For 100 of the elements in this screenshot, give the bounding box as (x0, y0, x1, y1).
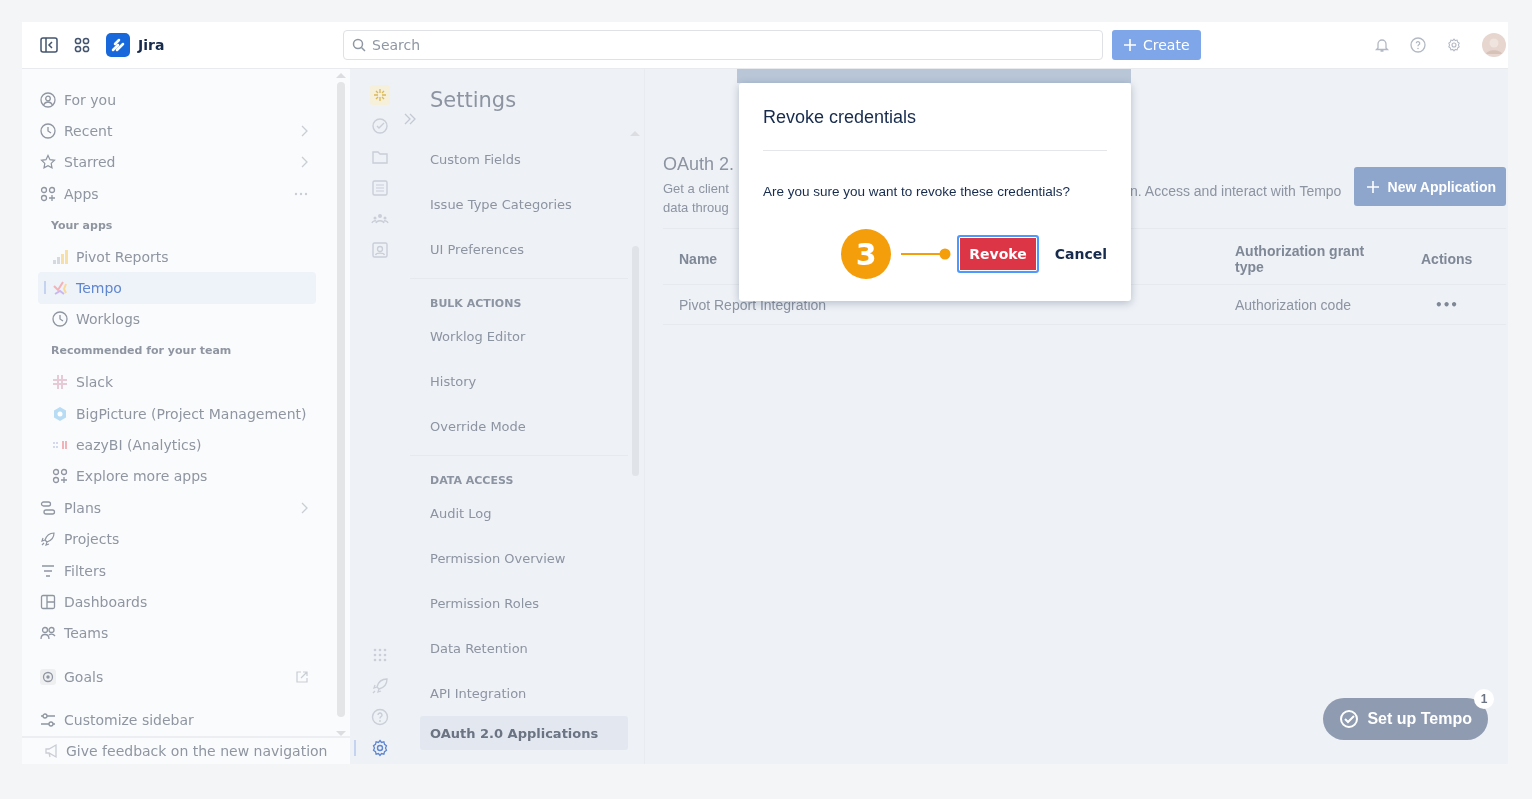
megaphone-icon (44, 742, 60, 759)
dialog-title: Revoke credentials (763, 83, 1107, 151)
strokes-icon (52, 280, 68, 297)
table-cell-text: Authorization code (1235, 296, 1352, 313)
count-badge: 1 (1474, 689, 1494, 709)
external-link-icon[interactable] (296, 670, 308, 683)
hexagon-icon (52, 405, 68, 422)
dialog-message: Are you sure you want to revoke these credentials? (763, 184, 1071, 199)
settings-menu-item[interactable]: History (410, 359, 628, 404)
app-switcher-icon[interactable] (74, 37, 90, 53)
sidebar-item[interactable]: Slack (38, 366, 316, 398)
settings-menu-item[interactable]: UI Preferences (410, 227, 628, 272)
target-icon (40, 668, 56, 685)
bar-chart-icon (52, 248, 68, 265)
description-text: Get a client (663, 180, 730, 198)
clock-icon (40, 123, 56, 140)
chevron-right-icon[interactable] (300, 125, 308, 138)
people-icon (40, 625, 56, 642)
list-icon[interactable] (370, 178, 390, 198)
rocket-icon[interactable] (370, 676, 390, 696)
revoke-button[interactable]: Revoke (957, 235, 1039, 273)
stack-icon (40, 499, 56, 516)
clock-icon (52, 311, 68, 328)
sparkle-icon[interactable] (370, 85, 390, 105)
description-text: data throug (663, 199, 730, 217)
table-cell: Pivot Report Integration (679, 296, 827, 313)
sidebar-item[interactable]: Explore more apps (38, 460, 316, 493)
cancel-button[interactable]: Cancel (1046, 246, 1107, 262)
settings-menu-item[interactable]: Worklog Editor (410, 314, 628, 359)
more-icon[interactable] (294, 191, 308, 196)
sidebar-item[interactable]: BigPicture (Project Management) (38, 397, 316, 430)
hash-icon (52, 374, 68, 391)
rocket-icon (40, 531, 56, 548)
sidebar-item[interactable]: Goals (38, 661, 316, 693)
settings-menu-item[interactable]: Data Retention (410, 626, 628, 671)
column-header: Actions (1421, 251, 1473, 267)
settings-icon[interactable] (370, 738, 390, 758)
contact-card-icon[interactable] (370, 240, 390, 260)
step-marker: 3 (841, 229, 892, 279)
sidebar-item[interactable]: eazyBI (Analytics) (38, 429, 316, 461)
page-title: OAuth 2. (663, 154, 733, 175)
sidebar-item[interactable]: Customize sidebar (38, 704, 316, 736)
sidebar-item[interactable]: Tempo (38, 272, 316, 304)
menu-section-heading: DATA ACCESS (429, 473, 515, 489)
check-circle-icon (1339, 709, 1360, 729)
scrollbar[interactable] (336, 73, 346, 736)
settings-menu-item[interactable]: Permission Overview (410, 536, 628, 581)
new-application-button[interactable]: New Application (1353, 167, 1506, 206)
sidebar-item[interactable]: Teams (38, 617, 316, 650)
sidebar-item[interactable]: Pivot Reports (38, 240, 316, 273)
search-icon (352, 38, 366, 52)
feedback-link[interactable]: Give feedback on the new navigation (22, 735, 350, 764)
create-button[interactable]: Create (1112, 30, 1201, 60)
grid-plus-icon (52, 468, 68, 485)
notification-bell-icon[interactable] (1374, 37, 1390, 53)
sliders-icon (40, 712, 56, 729)
sidebar-item[interactable]: Plans (38, 492, 316, 524)
plus-icon (1365, 179, 1380, 194)
settings-menu-item[interactable]: Audit Log (410, 491, 628, 536)
double-chevron-icon[interactable] (403, 113, 417, 125)
settings-menu-item[interactable]: Permission Roles (410, 581, 628, 626)
settings-menu-item[interactable]: Custom Fields (410, 137, 628, 182)
more-actions-button[interactable]: ••• (1429, 296, 1464, 313)
plus-icon (1123, 38, 1137, 52)
menu-section-heading: BULK ACTIONS (429, 296, 523, 312)
sidebar-section-heading: Recommended for your team (50, 343, 233, 360)
settings-menu-item[interactable]: Issue Type Categories (410, 182, 628, 227)
sidebar-item[interactable]: Projects (38, 523, 316, 555)
app-name: Jira (138, 37, 165, 53)
settings-title: Settings (430, 88, 517, 112)
check-circle-icon[interactable] (370, 116, 390, 136)
settings-icon[interactable] (1446, 37, 1462, 53)
search-field[interactable]: Search (343, 30, 1103, 60)
column-header: Authorization grant type (1235, 243, 1366, 275)
settings-menu-item[interactable]: API Integration (410, 671, 628, 716)
description-text: n. Access and interact with Tempo (1130, 183, 1342, 199)
column-header: Name (679, 251, 718, 267)
sidebar-toggle-icon[interactable] (40, 37, 58, 53)
sidebar-item[interactable]: Recent (38, 115, 316, 147)
sidebar-item[interactable]: For you (38, 84, 316, 116)
settings-menu-item[interactable]: Override Mode (410, 404, 628, 449)
settings-menu-item[interactable]: OAuth 2.0 Applications (420, 716, 628, 750)
avatar-icon[interactable] (1482, 33, 1506, 57)
chevron-right-icon[interactable] (300, 156, 308, 169)
star-icon (40, 154, 56, 171)
sidebar-section-heading: Your apps (50, 217, 114, 234)
sidebar-item[interactable]: Dashboards (38, 586, 316, 618)
logo-icon[interactable] (106, 33, 130, 57)
person-icon (40, 91, 56, 108)
filter-icon (40, 562, 56, 579)
sidebar-item[interactable]: Starred (38, 146, 316, 179)
sidebar-item[interactable]: Apps (38, 178, 316, 210)
sidebar-item[interactable]: Worklogs (38, 303, 316, 336)
chevron-right-icon[interactable] (300, 501, 308, 514)
sidebar-item[interactable]: Filters (38, 554, 316, 587)
help-icon[interactable] (1410, 37, 1426, 53)
layout-icon (40, 593, 56, 610)
help-icon[interactable] (370, 707, 390, 727)
grid-plus-icon (40, 185, 56, 202)
leader-line (901, 248, 952, 260)
